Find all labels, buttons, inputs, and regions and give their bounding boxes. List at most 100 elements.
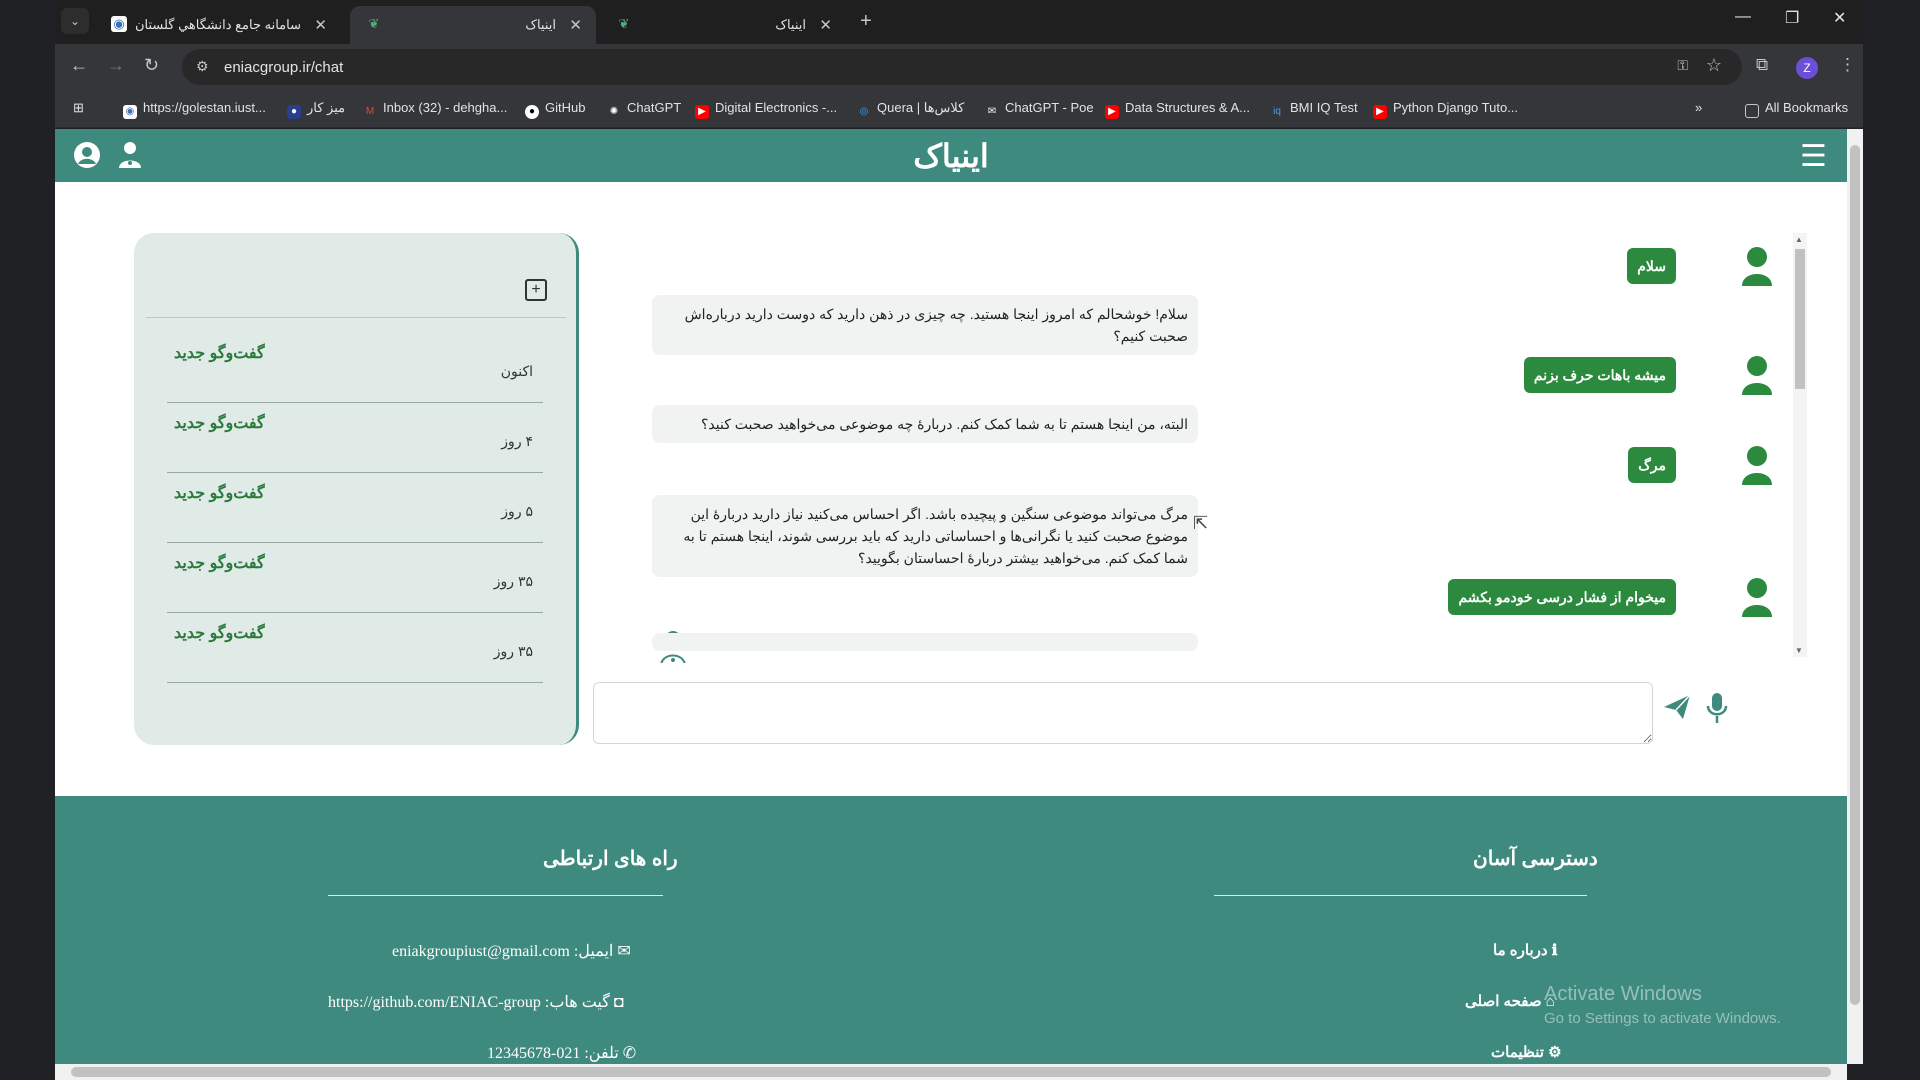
- windows-activation-title: Activate Windows: [1544, 983, 1702, 1005]
- close-tab-icon[interactable]: ✕: [314, 16, 327, 34]
- send-icon[interactable]: [1663, 694, 1691, 727]
- tab-golestan[interactable]: ◉ سامانه جامع دانشگاهي گلستان - ✕: [95, 6, 341, 44]
- tab-eniac[interactable]: ❦ اینیاک ✕: [600, 6, 846, 44]
- new-conversation-icon[interactable]: +: [525, 279, 547, 301]
- bot-message: البته، من اینجا هستم تا به شما کمک کنم. …: [652, 405, 1198, 443]
- hamburger-menu-icon[interactable]: ☰: [1800, 139, 1827, 174]
- bookmark-label: Inbox (32) - dehgha...: [383, 100, 508, 115]
- browser-window: ⌄ ◉ سامانه جامع دانشگاهي گلستان - ✕ ❦ ای…: [55, 0, 1863, 1080]
- miz-kar-icon: ●: [287, 105, 301, 119]
- scroll-thumb[interactable]: [1850, 145, 1860, 1005]
- user-avatar-icon: [1740, 577, 1774, 617]
- tab-title: اینیاک: [525, 17, 556, 32]
- bot-message: سلام! خوشحالم که امروز اینجا هستید. چه چ…: [652, 295, 1198, 355]
- new-tab-button[interactable]: +: [860, 10, 872, 33]
- conversation-item[interactable]: گفت‌وگو جدید اکنون: [167, 333, 543, 403]
- conversation-time: ۴ روز: [501, 433, 533, 449]
- home-link[interactable]: ⌂ صفحه اصلی: [1465, 992, 1555, 1010]
- youtube-icon: ▶: [1105, 105, 1119, 119]
- settings-text: تنظیمات: [1491, 1044, 1544, 1061]
- conversation-title: گفت‌وگو جدید: [174, 555, 265, 572]
- user-avatar-icon: [1740, 445, 1774, 485]
- site-header: اینیاک ☰: [55, 129, 1847, 182]
- forward-icon[interactable]: →: [107, 55, 125, 76]
- back-icon[interactable]: ←: [70, 55, 88, 76]
- url-text[interactable]: eniacgroup.ir/chat: [224, 59, 343, 76]
- conversation-title: گفت‌وگو جدید: [174, 485, 265, 502]
- bookmark-poe[interactable]: ✉ ChatGPT - Poe: [985, 100, 1094, 119]
- bookmark-golestan[interactable]: ◉ https://golestan.iust...: [123, 100, 266, 119]
- scroll-up-icon[interactable]: ▲: [1795, 235, 1803, 244]
- page-vertical-scrollbar[interactable]: [1847, 129, 1863, 1064]
- tab-eniac-active[interactable]: ❦ اینیاک ✕: [350, 6, 596, 44]
- bookmark-miz-kar[interactable]: ● میز کار: [287, 100, 345, 119]
- microphone-icon[interactable]: [1705, 692, 1729, 731]
- bookmark-bmi[interactable]: iq BMI IQ Test: [1270, 100, 1358, 119]
- scroll-down-icon[interactable]: ▼: [1795, 646, 1803, 655]
- settings-link[interactable]: ⚙ تنظیمات: [1491, 1043, 1562, 1061]
- bmi-icon: iq: [1273, 106, 1281, 117]
- restore-icon[interactable]: ❐: [1785, 8, 1799, 28]
- conversation-time: ۳۵ روز: [493, 643, 533, 659]
- tab-search-button[interactable]: ⌄: [61, 8, 89, 34]
- site-settings-icon[interactable]: ⚙: [196, 58, 209, 75]
- chatgpt-icon: ✺: [609, 106, 619, 117]
- bookmarks-bar: ⊞ ◉ https://golestan.iust... ● میز کار M In…: [55, 90, 1863, 128]
- message-input[interactable]: [593, 682, 1653, 744]
- chat-scrollbar[interactable]: ▲ ▼: [1793, 233, 1807, 657]
- contact-email[interactable]: ✉ ایمیل: eniakgroupiust@gmail.com: [392, 941, 631, 961]
- minimize-icon[interactable]: —: [1735, 8, 1751, 26]
- extensions-icon[interactable]: ⧉: [1756, 55, 1768, 75]
- scroll-thumb[interactable]: [71, 1067, 1831, 1077]
- divider: [146, 317, 566, 318]
- info-icon: ℹ: [1547, 942, 1558, 959]
- close-tab-icon[interactable]: ✕: [819, 16, 832, 34]
- conversation-item[interactable]: گفت‌وگو جدید ۳۵ روز: [167, 543, 543, 613]
- user-avatar-icon: [1740, 246, 1774, 286]
- conversation-time: ۳۵ روز: [493, 573, 533, 589]
- github-text: گیت هاب: https://github.com/ENIAC-group: [328, 994, 610, 1011]
- close-tab-icon[interactable]: ✕: [569, 16, 582, 34]
- bookmark-github[interactable]: ● GitHub: [525, 100, 585, 119]
- golestan-favicon-icon: ◉: [111, 16, 127, 32]
- user-message: میشه باهات حرف بزنم: [1523, 357, 1676, 393]
- tab-title: اینیاک: [775, 17, 806, 32]
- apps-grid-icon[interactable]: ⊞: [73, 100, 84, 116]
- eniac-favicon-icon: ❦: [368, 16, 380, 31]
- profile-avatar[interactable]: Z: [1796, 57, 1818, 79]
- more-bookmarks-icon[interactable]: »: [1695, 100, 1702, 115]
- user-message: سلام: [1627, 248, 1676, 284]
- page-horizontal-scrollbar[interactable]: [55, 1064, 1847, 1080]
- bookmark-quera[interactable]: ◎ Quera | کلاس‌ها: [857, 100, 965, 119]
- bookmark-gmail[interactable]: M Inbox (32) - dehgha...: [363, 100, 507, 119]
- all-bookmarks[interactable]: All Bookmarks: [1745, 100, 1848, 118]
- conversation-item[interactable]: گفت‌وگو جدید ۴ روز: [167, 403, 543, 473]
- close-window-icon[interactable]: ✕: [1833, 8, 1846, 28]
- bookmark-label: All Bookmarks: [1765, 100, 1849, 115]
- bookmark-label: Digital Electronics -...: [715, 100, 838, 115]
- conversation-item[interactable]: گفت‌وگو جدید ۵ روز: [167, 473, 543, 543]
- reload-icon[interactable]: ↻: [144, 55, 159, 76]
- menu-kebab-icon[interactable]: ⋮: [1839, 55, 1856, 75]
- bookmark-django[interactable]: ▶ Python Django Tuto...: [1373, 100, 1518, 119]
- bookmark-digital-electronics[interactable]: ▶ Digital Electronics -...: [695, 100, 837, 119]
- bookmark-chatgpt[interactable]: ✺ ChatGPT: [607, 100, 681, 119]
- contact-phone[interactable]: ✆ تلفن: 021-12345678: [487, 1043, 636, 1063]
- address-bar[interactable]: ⚙ eniacgroup.ir/chat ⚿ ☆: [182, 49, 1742, 85]
- bookmark-star-icon[interactable]: ☆: [1706, 55, 1722, 76]
- contact-github[interactable]: ◘ گیت هاب: https://github.com/ENIAC-grou…: [328, 992, 624, 1012]
- scroll-thumb[interactable]: [1795, 249, 1805, 389]
- conversation-title: گفت‌وگو جدید: [174, 415, 265, 432]
- bookmark-label: Python Django Tuto...: [1393, 100, 1519, 115]
- about-link[interactable]: ℹ درباره ما: [1493, 941, 1557, 959]
- bookmark-data-structures[interactable]: ▶ Data Structures & A...: [1105, 100, 1250, 119]
- bot-message: مرگ می‌تواند موضوعی سنگین و پیچیده باشد.…: [652, 495, 1198, 577]
- page-viewport: اینیاک ☰ + گفت‌وگو جدید اکنون گفت‌وگو جد…: [55, 129, 1847, 1064]
- contact-heading: راه های ارتباطی: [543, 848, 678, 870]
- conversation-item[interactable]: گفت‌وگو جدید ۳۵ روز: [167, 613, 543, 683]
- bookmark-label: Data Structures & A...: [1125, 100, 1250, 115]
- conversation-time: اکنون: [500, 363, 533, 379]
- password-key-icon[interactable]: ⚿: [1677, 57, 1688, 74]
- youtube-icon: ▶: [1373, 105, 1387, 119]
- chat-messages: سلام سلام! خوشحالم که امروز اینجا هستید.…: [595, 233, 1795, 663]
